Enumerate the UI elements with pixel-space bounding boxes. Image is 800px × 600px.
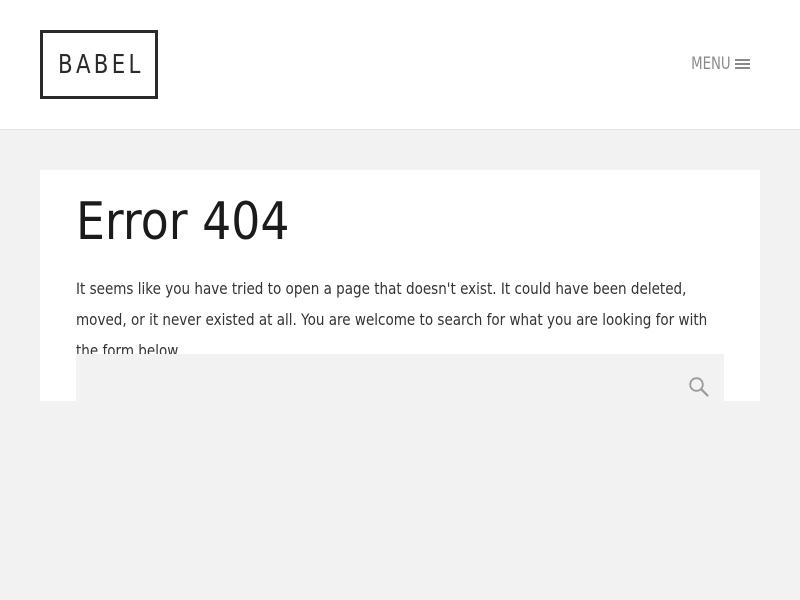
search-input[interactable] bbox=[76, 354, 698, 401]
menu-label: MENU bbox=[691, 54, 731, 74]
search-form bbox=[76, 354, 724, 401]
error-content-card: Error 404 It seems like you have tried t… bbox=[40, 170, 760, 401]
menu-button[interactable]: MENU bbox=[680, 52, 750, 76]
page-title: Error 404 bbox=[76, 192, 290, 252]
error-description: It seems like you have tried to open a p… bbox=[76, 279, 708, 360]
hamburger-icon bbox=[735, 58, 750, 70]
site-logo[interactable]: BABEL bbox=[40, 30, 158, 99]
search-icon[interactable] bbox=[688, 376, 710, 398]
logo-text: BABEL bbox=[57, 49, 144, 80]
site-header: BABEL MENU bbox=[0, 0, 800, 130]
